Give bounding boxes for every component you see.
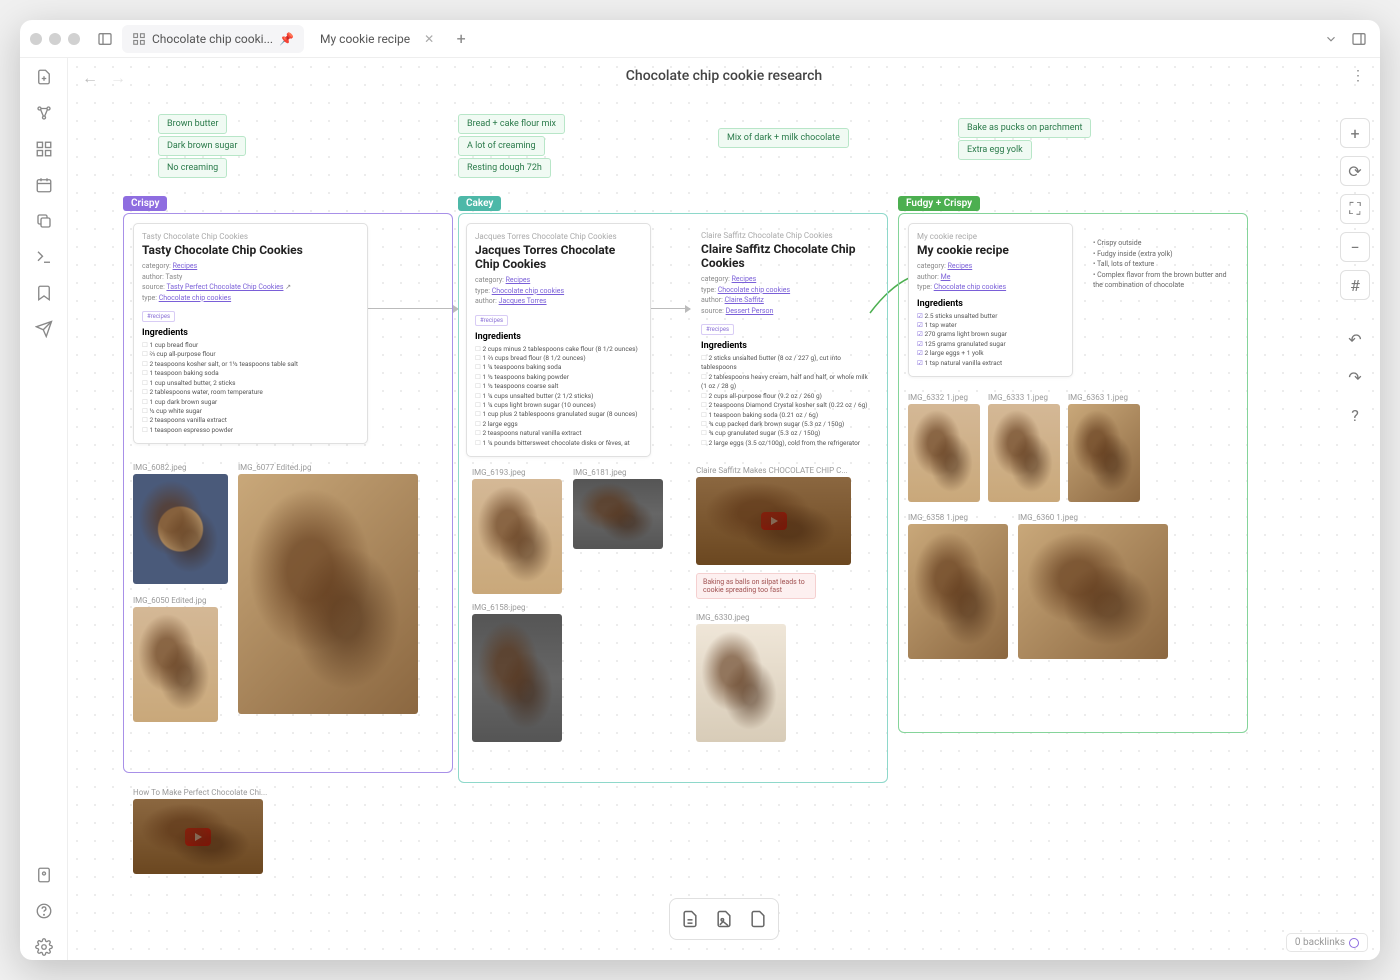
- new-tab-button[interactable]: +: [450, 28, 472, 50]
- new-page-icon[interactable]: [35, 68, 53, 90]
- card-super: Tasty Chocolate Chip Cookies: [142, 232, 359, 241]
- tab-label: Chocolate chip cooki...: [152, 32, 273, 46]
- grid-icon: [132, 32, 146, 46]
- tag-dark-brown-sugar[interactable]: Dark brown sugar: [158, 136, 246, 156]
- image-my-5[interactable]: IMG_6360 1.jpeg: [1018, 513, 1168, 659]
- window-controls[interactable]: [30, 33, 80, 45]
- location-icon[interactable]: [35, 866, 53, 888]
- bookmark-icon[interactable]: [35, 284, 53, 306]
- tag-pucks[interactable]: Bake as pucks on parchment: [958, 118, 1091, 138]
- video-claire[interactable]: Claire Saffitz Makes CHOCOLATE CHIP C...: [696, 466, 851, 565]
- pin-icon[interactable]: 📌: [279, 32, 294, 46]
- chevron-down-icon[interactable]: [1320, 28, 1342, 50]
- tab-label: My cookie recipe: [320, 32, 410, 46]
- image-crispy-1[interactable]: IMG_6082.jpeg: [133, 463, 228, 584]
- image-my-1[interactable]: IMG_6332 1.jpeg: [908, 393, 980, 502]
- tag-brown-butter[interactable]: Brown butter: [158, 114, 227, 134]
- copy-icon[interactable]: [35, 212, 53, 234]
- graph-icon[interactable]: [35, 104, 53, 126]
- image-crispy-2[interactable]: IMG_6077 Edited.jpg: [238, 463, 418, 714]
- image-cakey-1[interactable]: IMG_6193.jpeg: [472, 468, 562, 594]
- tag-resting[interactable]: Resting dough 72h: [458, 158, 551, 178]
- tab-cookie-research[interactable]: Chocolate chip cooki... 📌: [122, 25, 304, 53]
- calendar-icon[interactable]: [35, 176, 53, 198]
- backlink-icon: [1349, 938, 1359, 948]
- card-tasty[interactable]: Tasty Chocolate Chip Cookies Tasty Choco…: [133, 223, 368, 444]
- card-claire[interactable]: Claire Saffitz Chocolate Chip Cookies Cl…: [693, 223, 883, 456]
- tab-my-recipe[interactable]: My cookie recipe ✕: [310, 25, 444, 53]
- apps-icon[interactable]: [35, 140, 53, 162]
- canvas-area[interactable]: ← → Chocolate chip cookie research ⋮ + ⟳…: [68, 58, 1380, 960]
- send-icon[interactable]: [35, 320, 53, 342]
- image-cakey-3[interactable]: IMG_6158.jpeg: [472, 603, 562, 742]
- close-icon[interactable]: ✕: [424, 32, 434, 46]
- left-sidebar: [20, 58, 68, 960]
- settings-icon[interactable]: [35, 938, 53, 960]
- panel-toggle-icon[interactable]: [1348, 28, 1370, 50]
- ingredients-list: 1 cup bread flour⅔ cup all-purpose flour…: [142, 341, 359, 435]
- titlebar: Chocolate chip cooki... 📌 My cookie reci…: [20, 20, 1380, 58]
- image-my-4[interactable]: IMG_6358 1.jpeg: [908, 513, 1008, 659]
- image-cakey-2[interactable]: IMG_6181.jpeg: [573, 468, 663, 549]
- section-label: Cakey: [458, 196, 501, 211]
- tag-creaming[interactable]: A lot of creaming: [458, 136, 545, 156]
- side-notes: Crispy outsideFudgy inside (extra yolk)T…: [1093, 238, 1233, 291]
- insert-image-icon[interactable]: [708, 903, 740, 935]
- insert-blank-icon[interactable]: [742, 903, 774, 935]
- tag-no-creaming[interactable]: No creaming: [158, 158, 227, 178]
- note-spreading[interactable]: Baking as balls on silpat leads to cooki…: [696, 573, 816, 599]
- terminal-icon[interactable]: [35, 248, 53, 270]
- ingredients-heading: Ingredients: [142, 328, 359, 338]
- play-icon[interactable]: [761, 512, 787, 530]
- section-label: Crispy: [123, 196, 167, 211]
- tag-yolk[interactable]: Extra egg yolk: [958, 140, 1032, 160]
- tag-choc-mix[interactable]: Mix of dark + milk chocolate: [718, 128, 849, 148]
- image-my-3[interactable]: IMG_6363 1.jpeg: [1068, 393, 1140, 502]
- content: ← → Chocolate chip cookie research ⋮ + ⟳…: [20, 58, 1380, 960]
- help-icon[interactable]: [35, 902, 53, 924]
- app-window: Chocolate chip cooki... 📌 My cookie reci…: [20, 20, 1380, 960]
- play-icon[interactable]: [185, 828, 211, 846]
- backlinks-indicator[interactable]: 0 backlinks: [1286, 933, 1368, 952]
- image-my-2[interactable]: IMG_6333 1.jpeg: [988, 393, 1060, 502]
- video-howto[interactable]: How To Make Perfect Chocolate Chi...: [133, 788, 267, 874]
- card-meta: category: Recipesauthor: Tastysource: Ta…: [142, 261, 359, 303]
- card-title: Tasty Chocolate Chip Cookies: [142, 243, 359, 257]
- image-crispy-3[interactable]: IMG_6050 Edited.jpg: [133, 596, 218, 722]
- insert-doc-icon[interactable]: [674, 903, 706, 935]
- image-note[interactable]: IMG_6330.jpeg: [696, 613, 786, 742]
- section-label: Fudgy + Crispy: [898, 196, 980, 211]
- insert-toolbar: [669, 898, 779, 940]
- sidebar-toggle-icon[interactable]: [94, 28, 116, 50]
- tag-flour-mix[interactable]: Bread + cake flour mix: [458, 114, 565, 134]
- card-jacques[interactable]: Jacques Torres Chocolate Chip Cookies Ja…: [466, 223, 651, 457]
- chip[interactable]: #recipes: [142, 311, 175, 322]
- card-mine[interactable]: My cookie recipe My cookie recipe catego…: [908, 223, 1073, 377]
- canvas[interactable]: Brown butter Dark brown sugar No creamin…: [68, 58, 1380, 960]
